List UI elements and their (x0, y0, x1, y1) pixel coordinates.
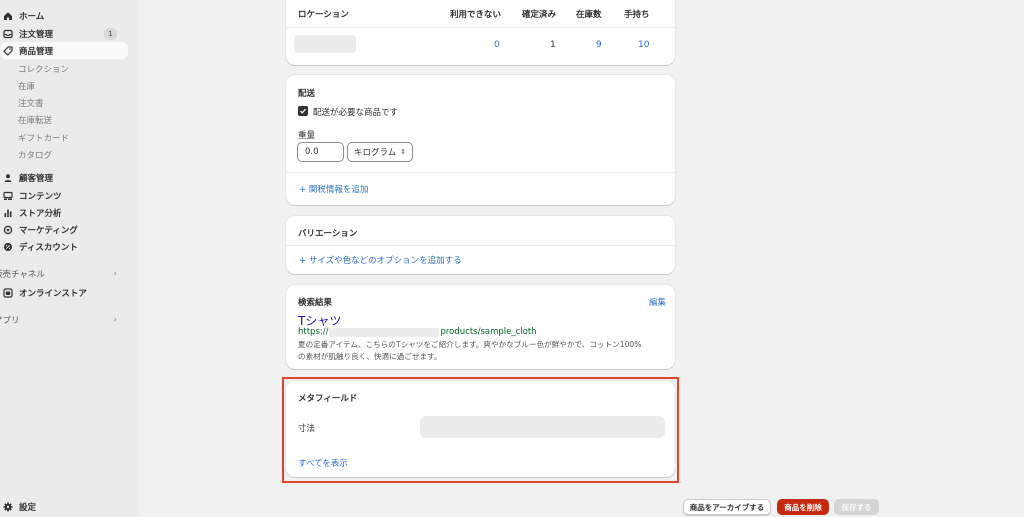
sales-channels-label: 販売チャネル (0, 269, 45, 280)
inbox-icon (3, 29, 13, 39)
nav-products-label: 商品管理 (19, 46, 54, 57)
seo-description-line2: の素材が肌触り良く、快適に過ごせます。 (298, 352, 442, 361)
nav-catalogs[interactable]: カタログ (18, 146, 52, 163)
nav-apps[interactable]: アプリ › (0, 311, 128, 328)
seo-edit-link[interactable]: 編集 (649, 296, 666, 308)
tag-icon (3, 45, 13, 56)
dimension-label: 寸法 (298, 424, 316, 434)
committed-value: 1 (550, 40, 556, 50)
store-icon (3, 287, 13, 298)
weight-label: 重量 (298, 131, 316, 141)
nav-customers[interactable]: 顧客管理 (0, 169, 53, 186)
nav-marketing-label: マーケティング (19, 225, 78, 236)
sidebar: ホーム 注文管理 1 商品管理 コレクション 在庫 注文書 在庫転送 ギフトカー… (0, 0, 138, 517)
save-button[interactable]: 保存する (834, 499, 879, 515)
seo-card: 検索結果 編集 Tシャツ https:// products/sample_cl… (286, 285, 675, 369)
show-all-link[interactable]: すべてを表示 (298, 457, 348, 469)
variants-card: バリエーション + サイズや色などのオプションを追加する (286, 216, 675, 274)
seo-url: https:// products/sample_cloth (298, 327, 537, 337)
inventory-card: ロケーション 利用できない 確定済み 在庫数 手持ち 0 1 9 10 (286, 0, 675, 65)
gear-icon (3, 502, 13, 512)
col-committed: 確定済み (522, 10, 557, 20)
col-location: ロケーション (298, 10, 349, 20)
nav-inventory[interactable]: 在庫 (18, 77, 35, 94)
nav-online-store-label: オンラインストア (19, 288, 87, 299)
home-icon (3, 11, 13, 21)
nav-gift-cards[interactable]: ギフトカード (18, 129, 69, 146)
add-options-link[interactable]: + サイズや色などのオプションを追加する (299, 254, 462, 266)
divider (286, 172, 675, 173)
physical-product-label: 配送が必要な商品です (313, 108, 399, 118)
nav-sales-channels[interactable]: 販売チャネル › (0, 265, 128, 282)
orders-badge: 1 (104, 27, 117, 40)
nav-analytics-label: ストア分析 (19, 208, 62, 219)
nav-discounts[interactable]: ディスカウント (0, 238, 78, 255)
col-unavailable: 利用できない (450, 10, 502, 20)
apps-label: アプリ (0, 315, 20, 326)
redacted-domain (329, 327, 440, 337)
nav-marketing[interactable]: マーケティング (0, 221, 78, 238)
shipping-title: 配送 (298, 89, 316, 99)
archive-product-button[interactable]: 商品をアーカイブする (683, 499, 771, 515)
metafields-card: メタフィールド 寸法 すべてを表示 (286, 381, 675, 477)
nav-collections[interactable]: コレクション (18, 60, 69, 77)
add-customs-info-link[interactable]: + 関税情報を追加 (299, 183, 368, 195)
nav-purchase-orders[interactable]: 注文書 (18, 94, 44, 111)
nav-transfers[interactable]: 在庫転送 (18, 111, 52, 128)
physical-product-checkbox[interactable] (298, 106, 308, 116)
shipping-card: 配送 配送が必要な商品です 重量 0.0 キログラム ⇕ + 関税情報を追加 (286, 75, 675, 205)
seo-url-prefix: https:// (298, 327, 329, 337)
nav-discounts-label: ディスカウント (19, 242, 78, 253)
nav-settings[interactable]: 設定 (0, 498, 36, 515)
metafields-title: メタフィールド (298, 394, 358, 404)
nav-customers-label: 顧客管理 (19, 173, 54, 184)
nav-orders-label: 注文管理 (19, 29, 54, 40)
target-icon (3, 225, 13, 235)
nav-orders[interactable]: 注文管理 1 (0, 25, 128, 42)
weight-unit-value: キログラム (354, 148, 397, 158)
weight-unit-select[interactable]: キログラム ⇕ (347, 142, 413, 162)
nav-home[interactable]: ホーム (0, 7, 44, 24)
select-arrows-icon: ⇕ (400, 148, 407, 156)
available-value[interactable]: 9 (596, 40, 602, 50)
seo-url-suffix: products/sample_cloth (440, 327, 537, 337)
weight-input[interactable]: 0.0 (297, 142, 344, 162)
dimension-input[interactable] (420, 416, 665, 438)
unavailable-value[interactable]: 0 (494, 40, 500, 50)
nav-online-store[interactable]: オンラインストア (0, 284, 87, 301)
nav-home-label: ホーム (19, 11, 45, 22)
check-icon (300, 108, 306, 114)
chevron-right-icon: › (113, 268, 117, 279)
seo-title: 検索結果 (298, 298, 333, 308)
col-on-hand: 手持ち (624, 10, 650, 20)
divider (286, 27, 675, 28)
divider (286, 245, 675, 246)
location-name-redacted (294, 35, 356, 53)
nav-products[interactable]: 商品管理 (0, 42, 128, 59)
nav-content[interactable]: コンテンツ (0, 187, 62, 204)
nav-analytics[interactable]: ストア分析 (0, 204, 62, 221)
delete-product-button[interactable]: 商品を削除 (777, 499, 829, 515)
on-hand-value[interactable]: 10 (638, 40, 649, 50)
bar-chart-icon (3, 208, 13, 218)
col-available: 在庫数 (576, 10, 602, 20)
content-icon (3, 191, 13, 201)
seo-description-line1: 夏の定番アイテム、こちらのTシャツをご紹介します。爽やかなブルー色が鮮やかで、コ… (298, 340, 642, 349)
person-icon (3, 173, 13, 183)
discount-icon (3, 242, 13, 252)
chevron-right-icon: › (113, 314, 117, 325)
nav-content-label: コンテンツ (19, 191, 62, 202)
nav-settings-label: 設定 (19, 502, 37, 513)
variants-title: バリエーション (298, 229, 358, 239)
